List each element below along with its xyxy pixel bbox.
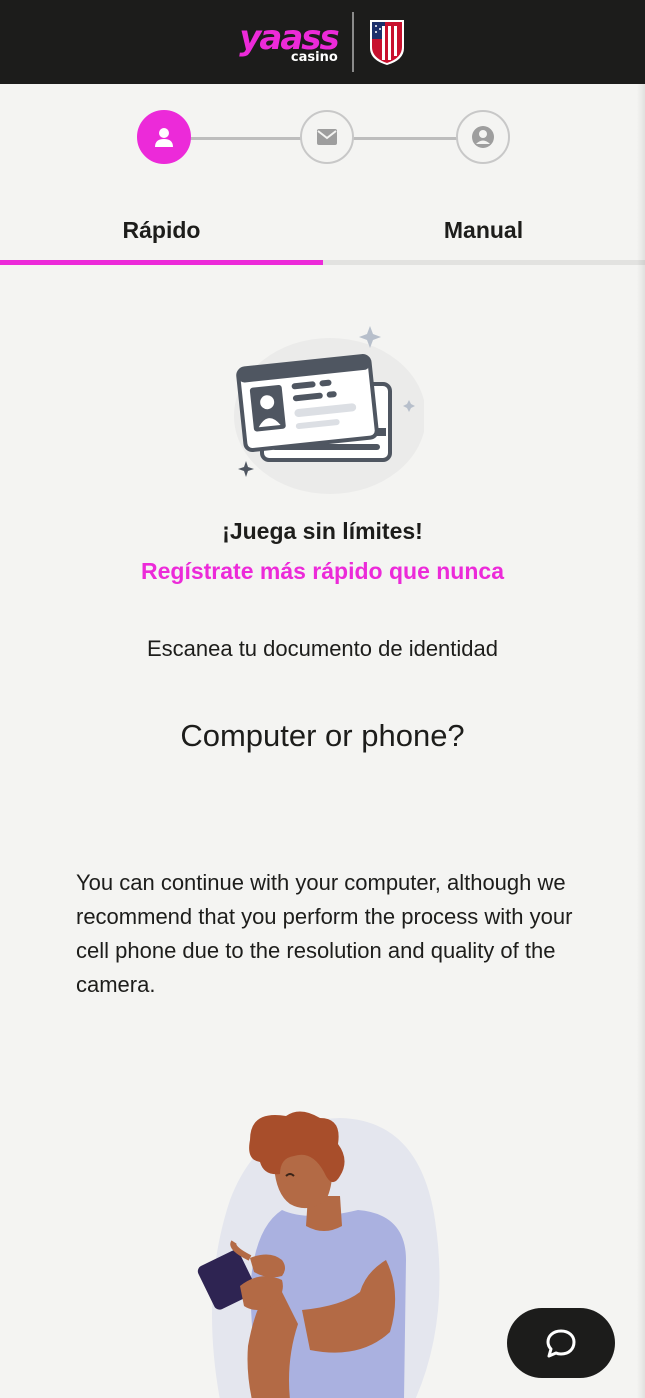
- subheadline: Regístrate más rápido que nunca: [141, 558, 504, 584]
- user-circle-icon: [472, 126, 494, 148]
- yaass-casino-logo: yaass casino: [239, 21, 340, 65]
- device-question: Computer or phone?: [180, 718, 465, 753]
- scroll-edge: [637, 84, 645, 1398]
- person-with-phone-icon: [197, 1111, 440, 1398]
- brand[interactable]: yaass casino: [239, 12, 406, 72]
- chat-button[interactable]: [507, 1308, 615, 1378]
- registration-stepper: [0, 110, 645, 166]
- brand-divider: [351, 12, 354, 72]
- brand-sub: casino: [290, 49, 338, 65]
- chat-bubble-icon: [546, 1329, 576, 1358]
- tab-manual[interactable]: Manual: [322, 200, 645, 260]
- scan-instruction: Escanea tu documento de identidad: [146, 636, 499, 661]
- atletico-crest-icon: [369, 20, 404, 65]
- tab-rapido[interactable]: Rápido: [0, 200, 323, 260]
- tab-indicator: [0, 260, 323, 265]
- step-email: [300, 110, 354, 164]
- step-connector: [190, 137, 302, 140]
- step-personal-data: [137, 110, 191, 164]
- envelope-icon: [317, 129, 337, 145]
- tab-manual-label: Manual: [443, 216, 524, 243]
- top-bar: yaass casino: [0, 0, 645, 84]
- step-connector: [353, 137, 458, 140]
- device-recommendation: You can continue with your computer, alt…: [76, 870, 573, 997]
- tab-rapido-label: Rápido: [122, 216, 201, 243]
- headline: ¡Juega sin límites!: [222, 518, 423, 544]
- step-account: [456, 110, 510, 164]
- id-cards-icon: [234, 326, 424, 494]
- method-tabs: Rápido Manual: [0, 200, 645, 266]
- user-icon: [155, 128, 173, 147]
